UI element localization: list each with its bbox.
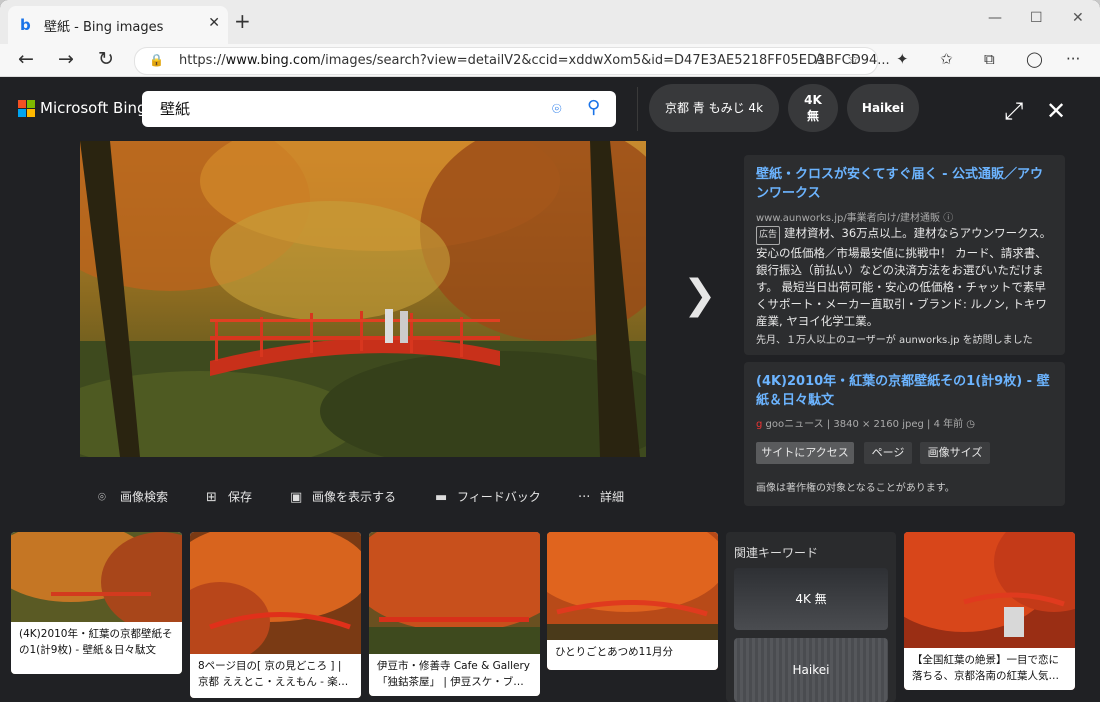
save-icon: ⊞	[206, 490, 217, 505]
search-input[interactable]: 壁紙	[160, 98, 190, 119]
more-menu-icon[interactable]: ···	[1066, 50, 1080, 68]
tab-title: 壁紙 - Bing images	[44, 20, 164, 35]
collections-icon[interactable]: ⧉	[984, 50, 995, 68]
browser-toolbar: ← → ↻ 🔒 https://www.bing.com/images/sear…	[0, 44, 1100, 77]
forward-icon[interactable]: →	[58, 48, 74, 70]
visual-search-icon: ⌾	[98, 490, 106, 505]
ad-title-link[interactable]: 壁紙・クロスが安くてすぐ届く - 公式通販／アウンワークス	[756, 165, 1052, 203]
address-bar[interactable]: 🔒 https://www.bing.com/images/search?vie…	[134, 47, 890, 75]
action-label: 画像を表示する	[312, 490, 397, 504]
tab-strip: b 壁紙 - Bing images ✕ + — ☐ ✕	[0, 0, 1100, 44]
more-button[interactable]: ··· 詳細	[578, 488, 624, 505]
related-keywords-title: 関連キーワード	[734, 546, 819, 560]
bing-favicon-icon: b	[20, 16, 31, 34]
refresh-icon[interactable]: ↻	[98, 48, 114, 70]
ad-visits: 先月、１万人以上のユーザーが aunworks.jp を訪問しました	[756, 335, 1033, 346]
related-images-strip: (4K)2010年・紅葉の京都壁紙その1(計9枚) - 壁紙＆日々駄文 8ページ…	[0, 526, 1100, 702]
main-image[interactable]	[80, 141, 646, 457]
thumbnail-2[interactable]: 8ページ目の[ 京の見どころ ] | 京都 ええとこ・ええもん - 楽…	[190, 532, 361, 698]
related-chip-4k[interactable]: 4K 無	[788, 84, 838, 132]
clock-icon: ◷	[966, 419, 976, 430]
feedback-icon: ▬	[435, 490, 448, 505]
related-keyword-4k[interactable]: 4K 無	[734, 568, 888, 630]
chip-label: 4K	[804, 93, 822, 107]
thumbnail-caption: (4K)2010年・紅葉の京都壁紙その1(計9枚) - 壁紙＆日々駄文	[11, 622, 182, 674]
bing-header: Microsoft Bing 壁紙 ⌾ ⚲ 京都 青 もみじ 4k 4K 無 H…	[0, 77, 1100, 141]
feedback-button[interactable]: ▬ フィードバック	[435, 488, 541, 505]
thumbnail-3[interactable]: 伊豆市・修善寺 Cafe & Gallery「独鈷茶屋」 | 伊豆スケ・ブ…	[369, 532, 540, 696]
info-icon[interactable]: ⓘ	[943, 213, 953, 224]
keyword-label: 4K 無	[795, 592, 827, 606]
microsoft-logo-icon[interactable]	[18, 100, 36, 118]
autumn-bridge-image	[80, 141, 646, 457]
window-close-icon[interactable]: ✕	[1072, 10, 1084, 26]
visual-search-button[interactable]: ⌾ 画像検索	[98, 488, 168, 505]
thumbnail-4[interactable]: ひとりごとあつめ11月分	[547, 532, 718, 670]
close-viewer-icon[interactable]: ✕	[1046, 97, 1066, 125]
read-aloud-icon[interactable]: A	[815, 52, 825, 68]
chip-label: 無	[806, 109, 819, 123]
image-info-card: (4K)2010年・紅葉の京都壁紙その1(計9枚) - 壁紙＆日々駄文 g go…	[744, 362, 1065, 506]
related-chip-haikei[interactable]: Haikei	[847, 84, 919, 132]
thumbnail-caption: 8ページ目の[ 京の見どころ ] | 京都 ええとこ・ええもん - 楽…	[190, 654, 361, 698]
expand-icon[interactable]: ⤢	[1004, 97, 1023, 125]
header-divider	[637, 87, 638, 131]
chip-label: Haikei	[861, 101, 905, 115]
action-label: 画像検索	[120, 490, 169, 504]
related-chip-kyoto[interactable]: 京都 青 もみじ 4k	[649, 84, 779, 132]
new-tab-button[interactable]: +	[234, 9, 251, 33]
image-size-button[interactable]: 画像サイズ	[920, 442, 990, 464]
action-label: 詳細	[600, 490, 625, 504]
more-icon: ···	[578, 490, 591, 505]
ad-badge: 広告	[756, 226, 781, 245]
related-keyword-haikei[interactable]: Haikei	[734, 638, 888, 702]
favorites-icon[interactable]: ✩	[940, 50, 953, 68]
view-image-button[interactable]: ▣ 画像を表示する	[290, 488, 396, 505]
goo-icon: g	[756, 419, 763, 430]
bing-brand[interactable]: Microsoft Bing	[40, 99, 147, 117]
thumbnail-5[interactable]: 【全国紅葉の絶景】一目で恋に落ちる、京都洛南の紅葉人気…	[904, 532, 1075, 690]
action-label: 保存	[228, 490, 253, 504]
save-button[interactable]: ⊞ 保存	[206, 488, 252, 505]
search-box[interactable]: 壁紙 ⌾ ⚲	[142, 91, 616, 127]
maximize-icon[interactable]: ☐	[1030, 10, 1043, 26]
thumbnail-caption: 伊豆市・修善寺 Cafe & Gallery「独鈷茶屋」 | 伊豆スケ・ブ…	[369, 654, 540, 696]
favorite-star-icon[interactable]: ☆	[847, 52, 860, 68]
visual-search-icon[interactable]: ⌾	[552, 99, 562, 119]
thumbnail-caption: ひとりごとあつめ11月分	[547, 640, 718, 670]
view-image-icon: ▣	[290, 490, 303, 505]
extensions-icon[interactable]: ✦	[896, 50, 909, 68]
page-button[interactable]: ページ	[864, 442, 912, 464]
profile-icon[interactable]: ◯	[1026, 50, 1043, 68]
next-image-icon[interactable]: ❯	[683, 272, 717, 318]
ad-body: 広告 建材資材、36万点以上。建材ならアウンワークス。安心の低価格／市場最安値に挑…	[756, 226, 1052, 328]
search-icon[interactable]: ⚲	[587, 97, 600, 118]
image-title-link[interactable]: (4K)2010年・紅葉の京都壁紙その1(計9枚) - 壁紙＆日々駄文	[756, 372, 1052, 410]
related-keywords-panel: 関連キーワード 4K 無 Haikei	[726, 532, 896, 702]
action-label: フィードバック	[457, 490, 541, 504]
thumbnail-1[interactable]: (4K)2010年・紅葉の京都壁紙その1(計9枚) - 壁紙＆日々駄文	[11, 532, 182, 674]
copyright-note: 画像は著作権の対象となることがあります。	[756, 483, 955, 494]
visit-site-button[interactable]: サイトにアクセス	[756, 442, 854, 464]
keyword-label: Haikei	[792, 663, 830, 677]
ad-domain: www.aunworks.jp/事業者向け/建材通販 ⓘ	[756, 213, 954, 224]
ad-card: 壁紙・クロスが安くてすぐ届く - 公式通販／アウンワークス www.aunwor…	[744, 155, 1065, 355]
minimize-icon[interactable]: —	[988, 10, 1002, 26]
image-meta: g gooニュース | 3840 × 2160 jpeg | 4 年前 ◷	[756, 419, 976, 430]
url-text[interactable]: https://www.bing.com/images/search?view=…	[179, 53, 890, 68]
tab-close-icon[interactable]: ✕	[208, 15, 220, 31]
lock-icon: 🔒	[149, 53, 164, 67]
chip-label: 京都 青 もみじ 4k	[664, 101, 764, 115]
back-icon[interactable]: ←	[18, 48, 34, 70]
thumbnail-caption: 【全国紅葉の絶景】一目で恋に落ちる、京都洛南の紅葉人気…	[904, 648, 1075, 690]
browser-tab[interactable]: b 壁紙 - Bing images ✕	[8, 6, 228, 44]
browser-window: b 壁紙 - Bing images ✕ + — ☐ ✕ ← → ↻ 🔒 htt…	[0, 0, 1100, 702]
